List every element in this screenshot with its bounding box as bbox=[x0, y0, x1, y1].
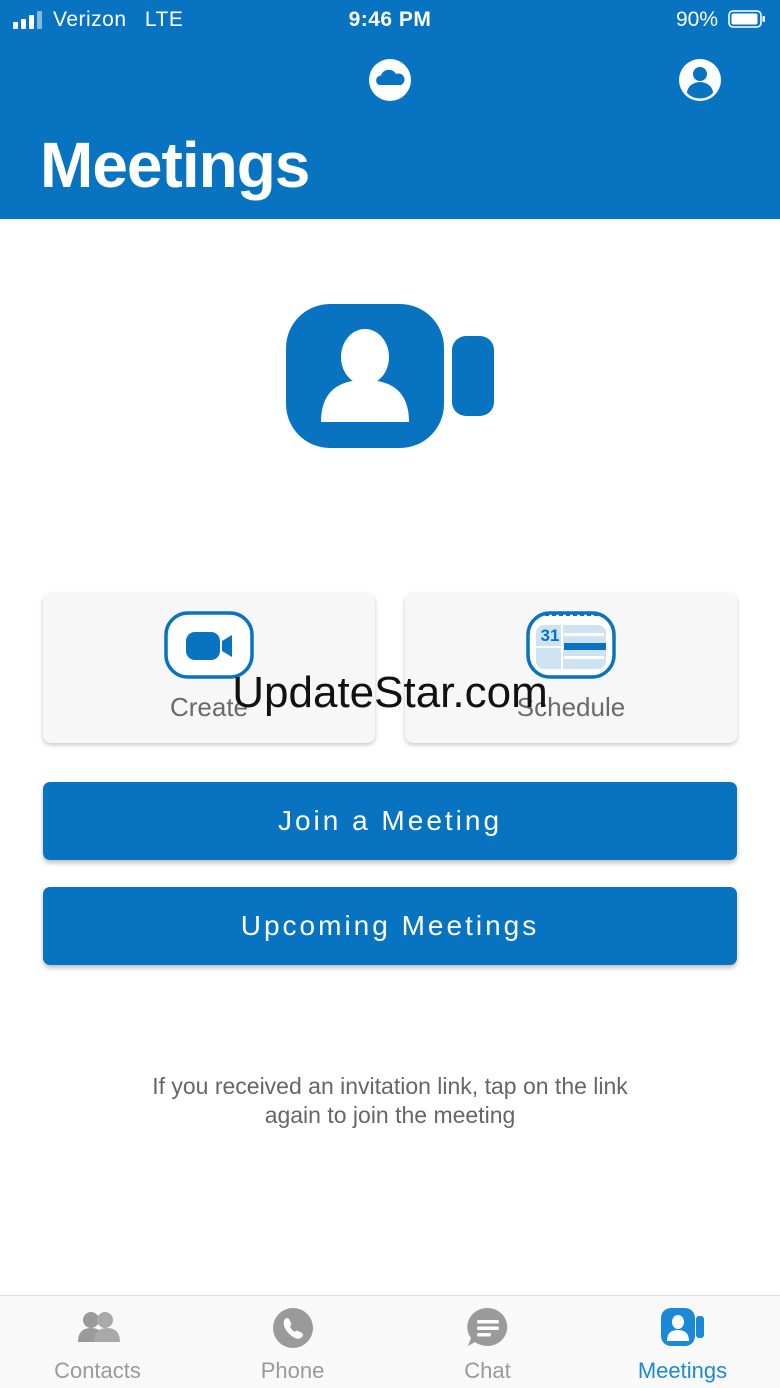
watermark-text: UpdateStar.com bbox=[232, 668, 548, 717]
tab-label-contacts: Contacts bbox=[54, 1358, 141, 1383]
hint-line-1: If you received an invitation link, tap … bbox=[152, 1073, 628, 1099]
status-bar: Verizon LTE 9:46 PM 90% bbox=[0, 0, 780, 40]
tab-bar: Contacts Phone Chat Meetings bbox=[0, 1295, 780, 1388]
tab-meetings[interactable]: Meetings bbox=[585, 1296, 780, 1388]
tab-label-phone: Phone bbox=[260, 1358, 325, 1383]
battery-icon bbox=[728, 10, 765, 28]
battery-percent: 90% bbox=[675, 8, 718, 31]
tab-phone[interactable]: Phone bbox=[195, 1296, 390, 1388]
page-title: Meetings bbox=[40, 129, 310, 201]
phone-icon bbox=[273, 1308, 313, 1348]
hint-line-2: again to join the meeting bbox=[264, 1102, 516, 1128]
tab-label-chat: Chat bbox=[464, 1358, 511, 1383]
chat-icon bbox=[467, 1308, 508, 1346]
profile-icon[interactable] bbox=[678, 58, 722, 102]
meetings-icon bbox=[661, 1308, 704, 1346]
calendar-day-number: 31 bbox=[540, 626, 560, 645]
tab-contacts[interactable]: Contacts bbox=[0, 1296, 195, 1388]
cloud-icon[interactable] bbox=[368, 58, 412, 102]
tab-label-meetings: Meetings bbox=[637, 1358, 728, 1383]
upcoming-meetings-button[interactable]: Upcoming Meetings bbox=[43, 887, 737, 965]
contacts-icon bbox=[78, 1312, 120, 1342]
tab-chat[interactable]: Chat bbox=[390, 1296, 585, 1388]
invitation-hint: If you received an invitation link, tap … bbox=[90, 1072, 690, 1130]
join-meeting-button[interactable]: Join a Meeting bbox=[43, 782, 737, 860]
header-bar: Verizon LTE 9:46 PM 90% Meetings bbox=[0, 0, 780, 219]
status-time: 9:46 PM bbox=[348, 8, 432, 31]
video-meeting-hero-icon bbox=[286, 304, 494, 448]
